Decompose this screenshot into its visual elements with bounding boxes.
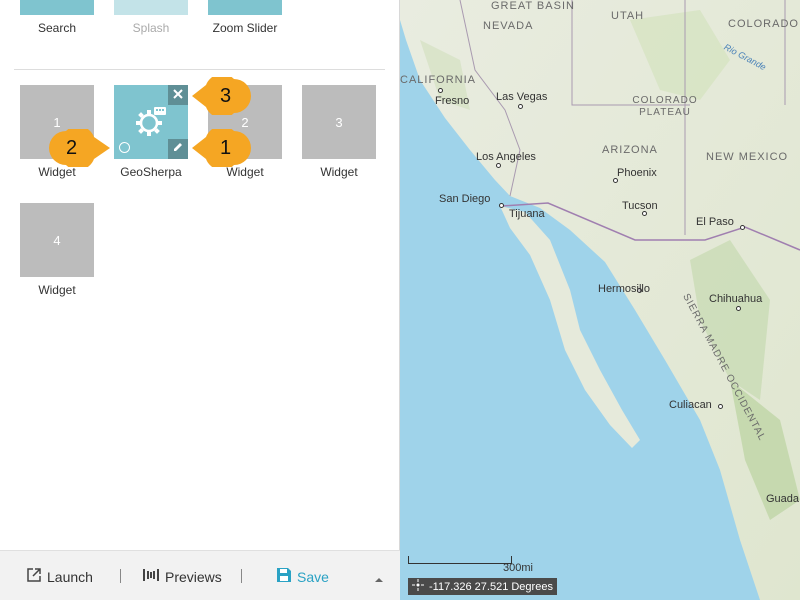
widget-slot-label: Widget — [320, 165, 358, 179]
crosshair-icon — [412, 579, 424, 594]
splash-widget-label: Splash — [132, 21, 170, 35]
splash-widget-tile[interactable] — [114, 0, 188, 15]
city-marker — [438, 88, 443, 93]
map-label-city: Hermosillo — [598, 283, 650, 295]
widget-slot-number: 2 — [241, 114, 249, 130]
map-label-city: San Diego — [439, 193, 491, 205]
section-divider — [14, 69, 385, 70]
map-label-great-basin: GREAT BASIN — [491, 0, 575, 12]
previews-icon — [142, 567, 160, 586]
map-label-city: Phoenix — [617, 167, 657, 179]
save-button[interactable]: Save — [276, 567, 329, 586]
map-label-state: CALIFORNIA — [400, 74, 477, 86]
launch-label: Launch — [47, 568, 93, 585]
city-marker — [736, 306, 741, 311]
footer-toolbar: Launch Previews Save — [0, 550, 400, 600]
map-label-state: ARIZONA — [602, 144, 658, 156]
callout-number: 3 — [220, 85, 232, 107]
widget-slot-4[interactable]: 4 — [20, 203, 94, 277]
widget-slot-number: 4 — [53, 232, 61, 248]
search-widget-tile[interactable] — [20, 0, 94, 15]
map-label-plateau: COLORADO PLATEAU — [632, 95, 698, 118]
launch-button[interactable]: Launch — [26, 567, 93, 586]
coordinate-readout[interactable]: -117.326 27.521 Degrees — [408, 578, 557, 595]
widget-slot-number: 3 — [335, 114, 343, 130]
map-label-city: Fresno — [435, 95, 470, 107]
map-label-city: Los Angeles — [476, 151, 536, 163]
widget-panel: Search Splash Zoom Slider 1 Widget GeoSh… — [0, 0, 400, 600]
widget-slot-label: Widget — [38, 283, 76, 297]
expand-menu-button[interactable] — [374, 571, 384, 589]
widget-slot-3[interactable]: 3 — [302, 85, 376, 159]
callout-number: 2 — [66, 137, 78, 159]
city-marker — [518, 104, 523, 109]
map-label-city: Guada — [766, 493, 800, 505]
map-label-city: El Paso — [696, 216, 734, 228]
city-marker — [499, 203, 504, 208]
search-widget-label: Search — [37, 21, 77, 35]
map-label-city: Tijuana — [509, 208, 545, 220]
close-icon — [173, 86, 183, 104]
footer-separator — [241, 569, 242, 583]
scale-bar — [408, 556, 512, 564]
geosherpa-widget-label: GeoSherpa — [120, 165, 182, 179]
map-view[interactable]: GREAT BASIN NEVADA UTAH COLORADO CALIFOR… — [400, 0, 800, 600]
save-label: Save — [297, 568, 329, 585]
caret-up-icon — [374, 571, 384, 588]
previews-button[interactable]: Previews — [142, 567, 222, 586]
coordinate-text: -117.326 27.521 Degrees — [429, 580, 553, 593]
gear-icon — [134, 104, 168, 143]
map-label-city: Las Vegas — [496, 91, 548, 103]
edit-widget-button[interactable] — [168, 139, 188, 159]
city-marker — [740, 225, 745, 230]
map-label-state: NEW MEXICO — [706, 151, 789, 163]
widget-slot-label: Widget — [226, 165, 264, 179]
previews-label: Previews — [165, 568, 222, 585]
map-label-state: NEVADA — [483, 20, 534, 32]
geosherpa-widget-tile[interactable] — [114, 85, 188, 159]
pencil-icon — [172, 140, 184, 158]
zoom-slider-widget-tile[interactable] — [208, 0, 282, 15]
footer-separator — [120, 569, 121, 583]
map-label-city: Culiacan — [669, 399, 712, 411]
map-label-city: Tucson — [622, 200, 658, 212]
widget-slot-label: Widget — [38, 165, 76, 179]
map-label-state: UTAH — [611, 10, 645, 22]
remove-widget-button[interactable] — [168, 85, 188, 105]
map-label-state: COLORADO — [728, 18, 799, 30]
external-link-icon — [26, 567, 42, 586]
map-label-city: Chihuahua — [709, 293, 763, 305]
zoom-slider-widget-label: Zoom Slider — [212, 21, 278, 35]
scale-label: 300mi — [503, 562, 533, 574]
city-marker — [496, 163, 501, 168]
city-marker — [718, 404, 723, 409]
widget-slot-number: 1 — [53, 114, 61, 130]
save-disk-icon — [276, 567, 292, 586]
visibility-toggle[interactable] — [119, 142, 130, 153]
callout-number: 1 — [220, 137, 232, 159]
